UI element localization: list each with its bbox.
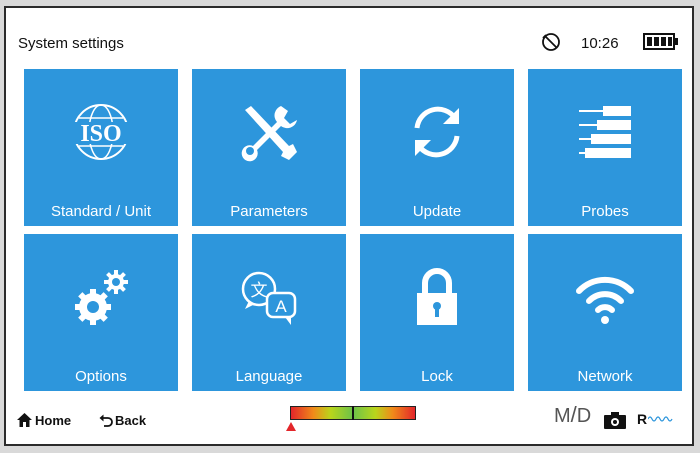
tile-label: Lock (421, 368, 453, 385)
tile-label: Parameters (230, 203, 308, 220)
tile-label: Network (577, 368, 633, 385)
tile-update[interactable]: Update (360, 69, 514, 226)
bottom-bar: Home Back M/D R (6, 400, 692, 444)
page-title: System settings (18, 35, 124, 52)
md-indicator: M/D (554, 402, 592, 427)
tools-icon (241, 106, 297, 162)
camera-icon[interactable] (604, 412, 626, 429)
tile-probes[interactable]: Probes (528, 69, 682, 226)
wave-icon (648, 416, 673, 422)
home-label: Home (35, 412, 72, 428)
tile-label: Standard / Unit (50, 203, 152, 220)
tile-network[interactable]: Network (528, 234, 682, 391)
r-indicator: R (637, 411, 648, 427)
back-button[interactable]: Back (99, 410, 146, 430)
md-d: D (576, 405, 592, 427)
tile-options[interactable]: Options (24, 234, 178, 391)
settings-grid: ISO Standard / Unit Parameters Update Pr… (24, 69, 682, 391)
meter-center-mark (352, 406, 354, 420)
device-screen: System settings 10:26 ISO Standard / Uni… (4, 6, 694, 446)
home-icon (17, 413, 32, 427)
tile-lock[interactable]: Lock (360, 234, 514, 391)
iso-text: ISO (80, 121, 121, 147)
probes-icon (579, 106, 631, 158)
tile-label: Language (235, 368, 303, 385)
meter-pointer-icon (286, 422, 296, 431)
tile-parameters[interactable]: Parameters (192, 69, 346, 226)
tile-label: Update (412, 203, 462, 220)
status-bar: System settings 10:26 (6, 8, 692, 70)
tile-standard-unit[interactable]: ISO Standard / Unit (24, 69, 178, 226)
tile-label: Options (75, 368, 127, 385)
lock-icon (417, 268, 457, 325)
wifi-icon (576, 276, 634, 324)
tile-label: Probes (581, 203, 629, 220)
home-button[interactable]: Home (16, 410, 71, 430)
refresh-icon (414, 106, 460, 158)
tile-language[interactable]: 文 A Language (192, 234, 346, 391)
battery-full-icon (643, 33, 678, 50)
signal-meter (290, 406, 416, 420)
language-icon: 文 A (241, 271, 297, 325)
gears-icon (75, 270, 128, 325)
svg-text:文: 文 (251, 281, 268, 301)
md-m: M (554, 405, 571, 427)
iso-globe-icon: ISO (73, 104, 129, 160)
clock: 10:26 (581, 35, 619, 52)
svg-text:A: A (275, 297, 287, 316)
rotate-sensor-icon (542, 33, 560, 51)
back-arrow-icon (99, 414, 113, 427)
back-label: Back (115, 412, 147, 428)
